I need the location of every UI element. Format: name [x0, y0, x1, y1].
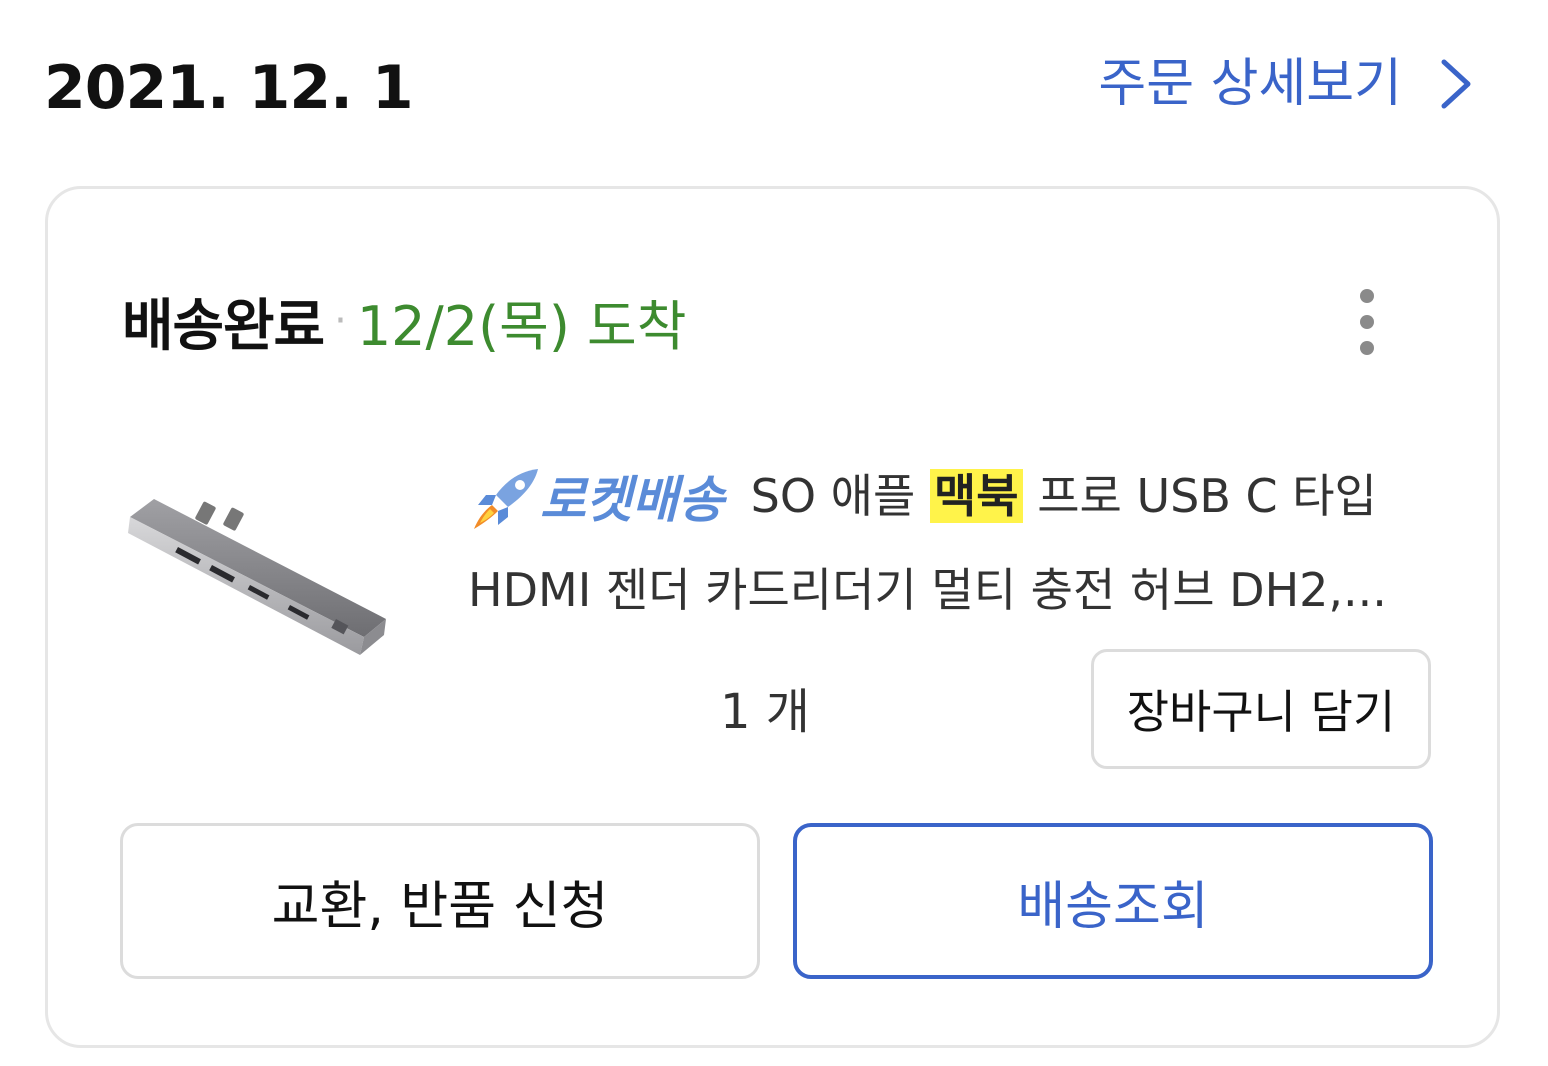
delivery-status-row: 배송완료 · 12/2(목) 도착 — [122, 281, 686, 361]
usb-hub-image — [128, 499, 386, 655]
rocket-delivery-label: 로켓배송 — [540, 470, 724, 529]
rocket-icon — [474, 468, 538, 529]
order-detail-label: 주문 상세보기 — [1098, 54, 1402, 114]
chevron-right-icon — [1441, 59, 1471, 109]
product-title-suffix: 프로 USB C 타입 — [1037, 469, 1377, 523]
product-title-highlight: 맥북 — [929, 469, 1023, 523]
rocket-delivery-badge: 로켓배송 — [468, 455, 724, 545]
arrival-date: 12/2(목) 도착 — [356, 294, 687, 358]
add-to-cart-button[interactable]: 장바구니 담기 — [1091, 649, 1431, 769]
product-info[interactable]: 로켓배송 SO 애플 맥북 프로 USB C 타입 HDMI 젠더 카드리더기 … — [468, 451, 1458, 635]
order-header: 2021. 12. 1 주문 상세보기 — [0, 0, 1548, 170]
track-delivery-button[interactable]: 배송조회 — [793, 823, 1433, 979]
more-vertical-icon[interactable] — [1352, 285, 1382, 365]
product-image[interactable] — [124, 459, 394, 689]
exchange-return-button[interactable]: 교환, 반품 신청 — [120, 823, 760, 979]
delivery-status: 배송완료 — [122, 293, 325, 359]
product-quantity: 1 개 — [720, 684, 810, 740]
order-card: 배송완료 · 12/2(목) 도착 로켓배송 SO 애플 맥북 프로 USB C… — [45, 186, 1500, 1048]
product-title-line-2: HDMI 젠더 카드리더기 멀티 충전 허브 DH2,... — [468, 562, 1387, 617]
separator-dot: · — [334, 298, 347, 344]
order-date: 2021. 12. 1 — [44, 53, 414, 123]
order-detail-link[interactable]: 주문 상세보기 — [1098, 44, 1476, 124]
product-title-prefix: SO 애플 — [750, 469, 916, 523]
product-title-line-1: 로켓배송 SO 애플 맥북 프로 USB C 타입 — [468, 451, 1458, 545]
